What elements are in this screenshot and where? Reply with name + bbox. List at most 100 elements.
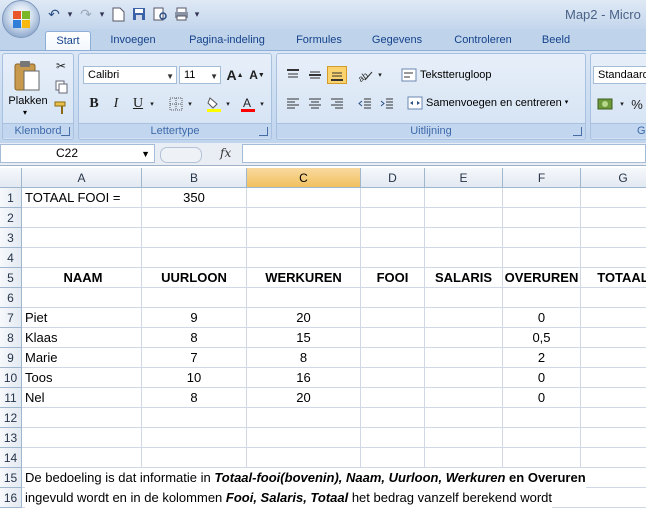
cell-a9[interactable]: Marie [22,348,142,368]
font-name-dropdown-icon[interactable]: ▼ [166,69,174,85]
office-button[interactable] [2,0,40,38]
column-header-g[interactable]: G [581,168,646,188]
cell-d2[interactable] [361,208,425,228]
cell-g3[interactable] [581,228,646,248]
merge-center-button[interactable]: Samenvoegen en centreren ▾ [407,92,568,114]
cell-d8[interactable] [361,328,425,348]
name-box-dropdown-icon[interactable]: ▼ [141,146,150,163]
cell-g11[interactable] [581,388,646,408]
cell-b1[interactable]: 350 [142,188,247,208]
cell-c5[interactable]: WERKUREN [247,268,361,288]
print-preview-icon[interactable] [152,6,168,22]
cell-g16[interactable] [581,488,646,508]
row-header-5[interactable]: 5 [0,268,22,288]
align-right-icon[interactable] [327,95,347,113]
row-header-9[interactable]: 9 [0,348,22,368]
cell-a14[interactable] [22,448,142,468]
cell-c6[interactable] [247,288,361,308]
italic-button[interactable]: I [107,95,125,113]
cell-a12[interactable] [22,408,142,428]
cell-f10[interactable]: 0 [503,368,581,388]
cell-c14[interactable] [247,448,361,468]
cell-b4[interactable] [142,248,247,268]
cell-c2[interactable] [247,208,361,228]
cell-a3[interactable] [22,228,142,248]
cell-g6[interactable] [581,288,646,308]
font-size-dropdown-icon[interactable]: ▼ [210,69,218,85]
undo-dropdown-icon[interactable]: ▾ [67,9,73,20]
customize-icon[interactable]: ▾ [194,9,200,20]
cell-a1[interactable]: TOTAAL FOOI = [22,188,142,208]
cell-e1[interactable] [425,188,503,208]
cell-c9[interactable]: 8 [247,348,361,368]
redo-dropdown-icon[interactable]: ▾ [99,9,105,20]
cell-g9[interactable] [581,348,646,368]
clipboard-launcher-icon[interactable] [61,127,70,136]
fill-color-icon[interactable] [205,95,223,113]
row-header-13[interactable]: 13 [0,428,22,448]
cell-e3[interactable] [425,228,503,248]
cell-d6[interactable] [361,288,425,308]
row-header-7[interactable]: 7 [0,308,22,328]
cell-c4[interactable] [247,248,361,268]
fill-color-dropdown-icon[interactable]: ▾ [224,95,232,113]
borders-dropdown-icon[interactable]: ▾ [186,95,194,113]
orientation-icon[interactable]: ab [355,66,375,84]
cell-e14[interactable] [425,448,503,468]
increase-indent-icon[interactable] [377,95,397,113]
cell-g2[interactable] [581,208,646,228]
cell-a10[interactable]: Toos [22,368,142,388]
percent-button[interactable]: % [629,95,645,113]
cell-c8[interactable]: 15 [247,328,361,348]
currency-icon[interactable] [595,95,617,113]
cell-f3[interactable] [503,228,581,248]
font-size-combo[interactable]: 11 ▼ [179,66,221,84]
cell-f7[interactable]: 0 [503,308,581,328]
cell-g15[interactable] [581,468,646,488]
column-header-a[interactable]: A [22,168,142,188]
merge-dropdown-icon[interactable]: ▾ [565,92,569,114]
cell-g4[interactable] [581,248,646,268]
cell-f5[interactable]: OVERUREN [503,268,581,288]
save-icon[interactable] [131,6,147,22]
column-header-d[interactable]: D [361,168,425,188]
align-middle-icon[interactable] [305,66,325,84]
paste-label[interactable]: Plakken [7,95,49,107]
new-icon[interactable] [110,6,126,22]
cell-a6[interactable] [22,288,142,308]
cell-d11[interactable] [361,388,425,408]
cell-e4[interactable] [425,248,503,268]
cell-c12[interactable] [247,408,361,428]
cell-f14[interactable] [503,448,581,468]
align-left-icon[interactable] [283,95,303,113]
cell-g1[interactable] [581,188,646,208]
cell-b11[interactable]: 8 [142,388,247,408]
row-header-11[interactable]: 11 [0,388,22,408]
cell-b10[interactable]: 10 [142,368,247,388]
row-header-14[interactable]: 14 [0,448,22,468]
row-header-8[interactable]: 8 [0,328,22,348]
cell-d13[interactable] [361,428,425,448]
note-line-1[interactable]: De bedoeling is dat informatie in Totaal… [25,468,586,488]
row-header-3[interactable]: 3 [0,228,22,248]
cell-e12[interactable] [425,408,503,428]
tab-start[interactable]: Start [45,31,91,51]
cell-e10[interactable] [425,368,503,388]
tab-pagina-indeling[interactable]: Pagina-indeling [178,31,276,50]
cell-b7[interactable]: 9 [142,308,247,328]
formula-input[interactable] [242,144,646,163]
align-center-icon[interactable] [305,95,325,113]
redo-icon[interactable]: ↷ [78,6,94,22]
cell-d1[interactable] [361,188,425,208]
cell-f4[interactable] [503,248,581,268]
cell-e5[interactable]: SALARIS [425,268,503,288]
undo-icon[interactable]: ↶ [46,6,62,22]
cell-a2[interactable] [22,208,142,228]
cell-g7[interactable] [581,308,646,328]
orientation-dropdown-icon[interactable]: ▾ [376,66,384,84]
cell-b5[interactable]: UURLOON [142,268,247,288]
cell-f13[interactable] [503,428,581,448]
cell-a13[interactable] [22,428,142,448]
cell-b9[interactable]: 7 [142,348,247,368]
name-box[interactable]: C22 ▼ [0,144,155,163]
